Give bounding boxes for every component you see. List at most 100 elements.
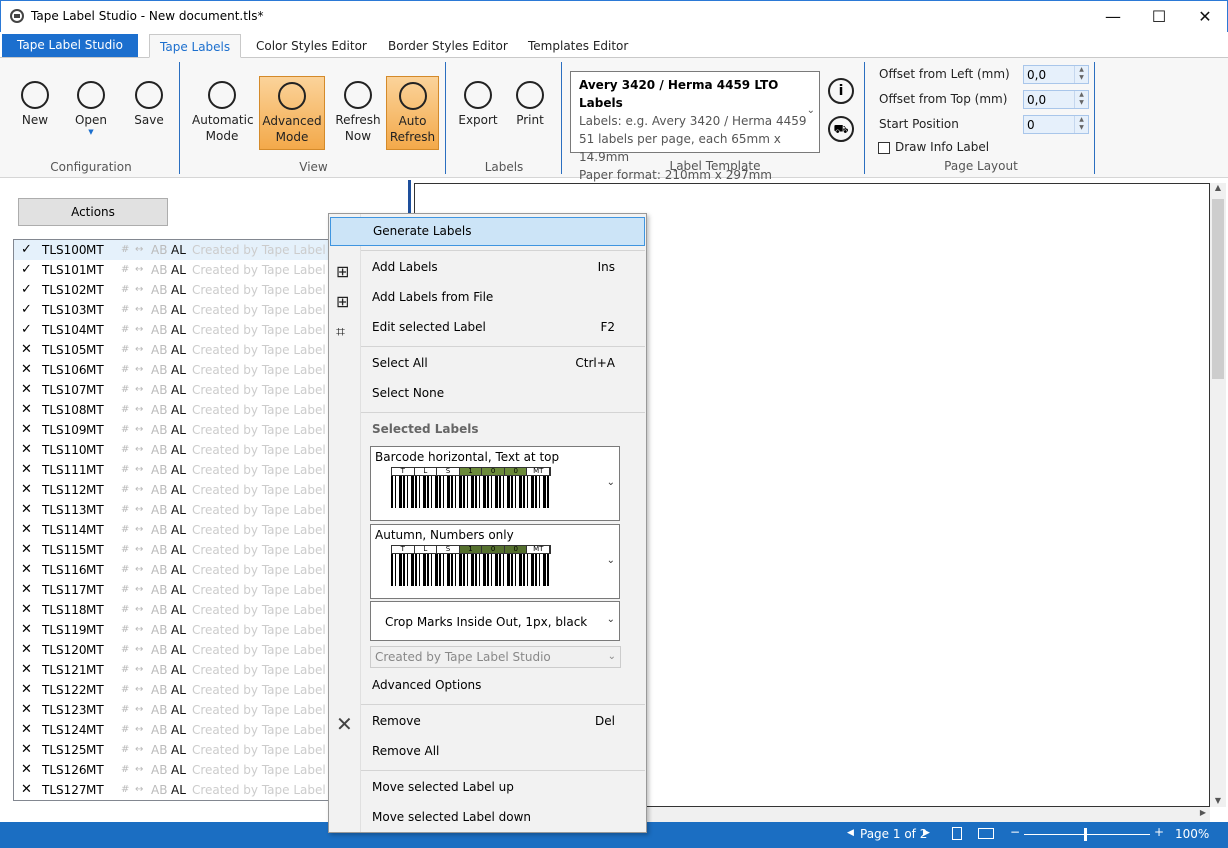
auto-refresh-button[interactable]: Auto Refresh	[386, 76, 439, 150]
actions-button[interactable]: Actions	[18, 198, 168, 226]
list-item[interactable]: ✕ TLS121 MT # ↔ AB AL Created by Tape Label Stu	[14, 660, 342, 680]
shopping-cart-icon[interactable]: ⛟	[828, 116, 854, 142]
list-item[interactable]: ✕ TLS109 MT # ↔ AB AL Created by Tape Label Stu	[14, 420, 342, 440]
start-position-input[interactable]: 0 ▲ ▼	[1023, 115, 1089, 134]
zoom-slider-thumb[interactable]	[1084, 828, 1087, 841]
list-item[interactable]: ✕ TLS107 MT # ↔ AB AL Created by Tape Label Stu	[14, 380, 342, 400]
al-text: AL	[171, 463, 186, 477]
info-label-select[interactable]: Created by Tape Label Studio ⌄	[370, 646, 621, 668]
list-item[interactable]: ✕ TLS125 MT # ↔ AB AL Created by Tape Label Stu	[14, 740, 342, 760]
label-type: MT	[86, 383, 104, 397]
multi-page-icon[interactable]	[978, 828, 994, 839]
list-item[interactable]: ✓ TLS103 MT # ↔ AB AL Created by Tape Label Stu	[14, 300, 342, 320]
color-style-select[interactable]: Autumn, Numbers only T L S 1 0 0 MT ⌄	[370, 524, 620, 599]
list-item[interactable]: ✕ TLS120 MT # ↔ AB AL Created by Tape Label Stu	[14, 640, 342, 660]
list-item[interactable]: ✕ TLS108 MT # ↔ AB AL Created by Tape Label Stu	[14, 400, 342, 420]
next-page-icon[interactable]: ▶	[923, 828, 930, 838]
list-item[interactable]: ✕ TLS106 MT # ↔ AB AL Created by Tape Label Stu	[14, 360, 342, 380]
list-item[interactable]: ✕ TLS117 MT # ↔ AB AL Created by Tape Label Stu	[14, 580, 342, 600]
ab-text: AB	[151, 603, 168, 617]
menu-move-up[interactable]: Move selected Label up	[330, 772, 645, 802]
spinner-arrows-icon[interactable]: ▲ ▼	[1074, 66, 1088, 83]
new-button[interactable]: New	[7, 76, 63, 150]
spinner-arrows-icon[interactable]: ▲ ▼	[1074, 91, 1088, 108]
print-button[interactable]: Print	[502, 76, 558, 150]
list-item[interactable]: ✓ TLS101 MT # ↔ AB AL Created by Tape Label Stu	[14, 260, 342, 280]
scrollbar-thumb[interactable]	[1212, 199, 1224, 379]
list-item[interactable]: ✕ TLS113 MT # ↔ AB AL Created by Tape Label Stu	[14, 500, 342, 520]
label-type: MT	[86, 503, 104, 517]
menu-select-all[interactable]: Select All Ctrl+A	[330, 348, 645, 378]
spinner-arrows-icon[interactable]: ▲ ▼	[1074, 116, 1088, 133]
scroll-down-icon[interactable]: ▼	[1210, 796, 1226, 805]
list-item[interactable]: ✕ TLS114 MT # ↔ AB AL Created by Tape Label Stu	[14, 520, 342, 540]
arrows-icon: ↔	[135, 504, 144, 515]
list-item[interactable]: ✕ TLS126 MT # ↔ AB AL Created by Tape Label Stu	[14, 760, 342, 780]
ab-text: AB	[151, 563, 168, 577]
info-icon[interactable]: i	[828, 78, 854, 104]
arrows-icon: ↔	[135, 344, 144, 355]
menu-move-down[interactable]: Move selected Label down	[330, 802, 645, 832]
list-item[interactable]: ✕ TLS116 MT # ↔ AB AL Created by Tape Label Stu	[14, 560, 342, 580]
list-item[interactable]: ✓ TLS104 MT # ↔ AB AL Created by Tape Label Stu	[14, 320, 342, 340]
list-item[interactable]: ✕ TLS110 MT # ↔ AB AL Created by Tape Label Stu	[14, 440, 342, 460]
menu-add-labels-from-file[interactable]: ⊞ Add Labels from File	[330, 282, 645, 312]
app-menu-tab[interactable]: Tape Label Studio	[2, 34, 138, 57]
menu-edit-selected-label[interactable]: ⌗ Edit selected Label F2	[330, 312, 645, 342]
minimize-button[interactable]: —	[1090, 1, 1136, 31]
refresh-now-button[interactable]: Refresh Now	[330, 76, 386, 150]
list-item[interactable]: ✕ TLS122 MT # ↔ AB AL Created by Tape Label Stu	[14, 680, 342, 700]
label-style-select[interactable]: Barcode horizontal, Text at top T L S 1 0 0 MT…	[370, 446, 620, 521]
vertical-scrollbar[interactable]: ▲ ▼	[1210, 183, 1226, 807]
zoom-out-icon[interactable]: −	[1010, 825, 1020, 839]
single-page-icon[interactable]	[952, 827, 962, 840]
hash-icon: #	[121, 544, 130, 555]
automatic-mode-button[interactable]: Automatic Mode	[192, 76, 254, 150]
list-item[interactable]: ✕ TLS118 MT # ↔ AB AL Created by Tape Label Stu	[14, 600, 342, 620]
menu-select-none[interactable]: Select None	[330, 378, 645, 408]
labels-list[interactable]: ✓ TLS100 MT # ↔ AB AL Created by Tape Label Stu…	[13, 239, 343, 801]
tab-color-styles-editor[interactable]: Color Styles Editor	[246, 34, 377, 58]
list-item[interactable]: ✓ TLS100 MT # ↔ AB AL Created by Tape Label Stu	[14, 240, 342, 260]
list-item[interactable]: ✕ TLS105 MT # ↔ AB AL Created by Tape Label Stu	[14, 340, 342, 360]
list-item[interactable]: ✕ TLS124 MT # ↔ AB AL Created by Tape Label Stu	[14, 720, 342, 740]
hash-icon: #	[121, 624, 130, 635]
export-label: Export	[458, 113, 498, 127]
scroll-up-icon[interactable]: ▲	[1210, 183, 1226, 192]
list-item[interactable]: ✕ TLS127 MT # ↔ AB AL Created by Tape Label Stu	[14, 780, 342, 800]
draw-info-label-checkbox[interactable]	[878, 142, 890, 154]
menu-remove[interactable]: ✕ Remove Del	[330, 706, 645, 736]
scroll-right-icon[interactable]: ▶	[1200, 808, 1206, 817]
list-item[interactable]: ✕ TLS115 MT # ↔ AB AL Created by Tape Label Stu	[14, 540, 342, 560]
menu-label: Select None	[372, 386, 445, 400]
list-item[interactable]: ✕ TLS119 MT # ↔ AB AL Created by Tape Label Stu	[14, 620, 342, 640]
menu-advanced-options[interactable]: Advanced Options	[330, 670, 645, 700]
tab-tape-labels[interactable]: Tape Labels	[149, 34, 242, 58]
ab-text: AB	[151, 383, 168, 397]
border-style-select[interactable]: Crop Marks Inside Out, 1px, black ⌄	[370, 601, 620, 641]
offset-left-input[interactable]: 0,0 ▲ ▼	[1023, 65, 1089, 84]
arrows-icon: ↔	[135, 364, 144, 375]
open-button[interactable]: Open ▼	[63, 76, 119, 150]
list-item[interactable]: ✓ TLS102 MT # ↔ AB AL Created by Tape Label Stu	[14, 280, 342, 300]
menu-add-labels[interactable]: ⊞ Add Labels Ins	[330, 252, 645, 282]
prev-page-icon[interactable]: ◀	[847, 828, 854, 838]
label-template-select[interactable]: Avery 3420 / Herma 4459 LTO Labels Label…	[570, 71, 820, 182]
maximize-button[interactable]: ☐	[1136, 1, 1182, 31]
list-item[interactable]: ✕ TLS112 MT # ↔ AB AL Created by Tape Label Stu	[14, 480, 342, 500]
menu-remove-all[interactable]: Remove All	[330, 736, 645, 766]
zoom-in-icon[interactable]: +	[1154, 825, 1164, 839]
save-button[interactable]: Save	[121, 76, 177, 150]
export-button[interactable]: Export	[450, 76, 506, 150]
tab-templates-editor[interactable]: Templates Editor	[518, 34, 638, 58]
menu-generate-labels[interactable]: Generate Labels	[330, 217, 645, 246]
advanced-mode-button[interactable]: Advanced Mode	[259, 76, 325, 150]
tab-border-styles-editor[interactable]: Border Styles Editor	[378, 34, 518, 58]
close-button[interactable]: ✕	[1182, 1, 1228, 31]
zoom-slider[interactable]	[1024, 834, 1150, 835]
offset-top-input[interactable]: 0,0 ▲ ▼	[1023, 90, 1089, 109]
list-item[interactable]: ✕ TLS111 MT # ↔ AB AL Created by Tape Label Stu	[14, 460, 342, 480]
barcode-preview: T L S 1 0 0 MT	[391, 467, 551, 511]
ribbon: New Open ▼ Save Configuration Automatic …	[0, 57, 1228, 182]
list-item[interactable]: ✕ TLS123 MT # ↔ AB AL Created by Tape Label Stu	[14, 700, 342, 720]
